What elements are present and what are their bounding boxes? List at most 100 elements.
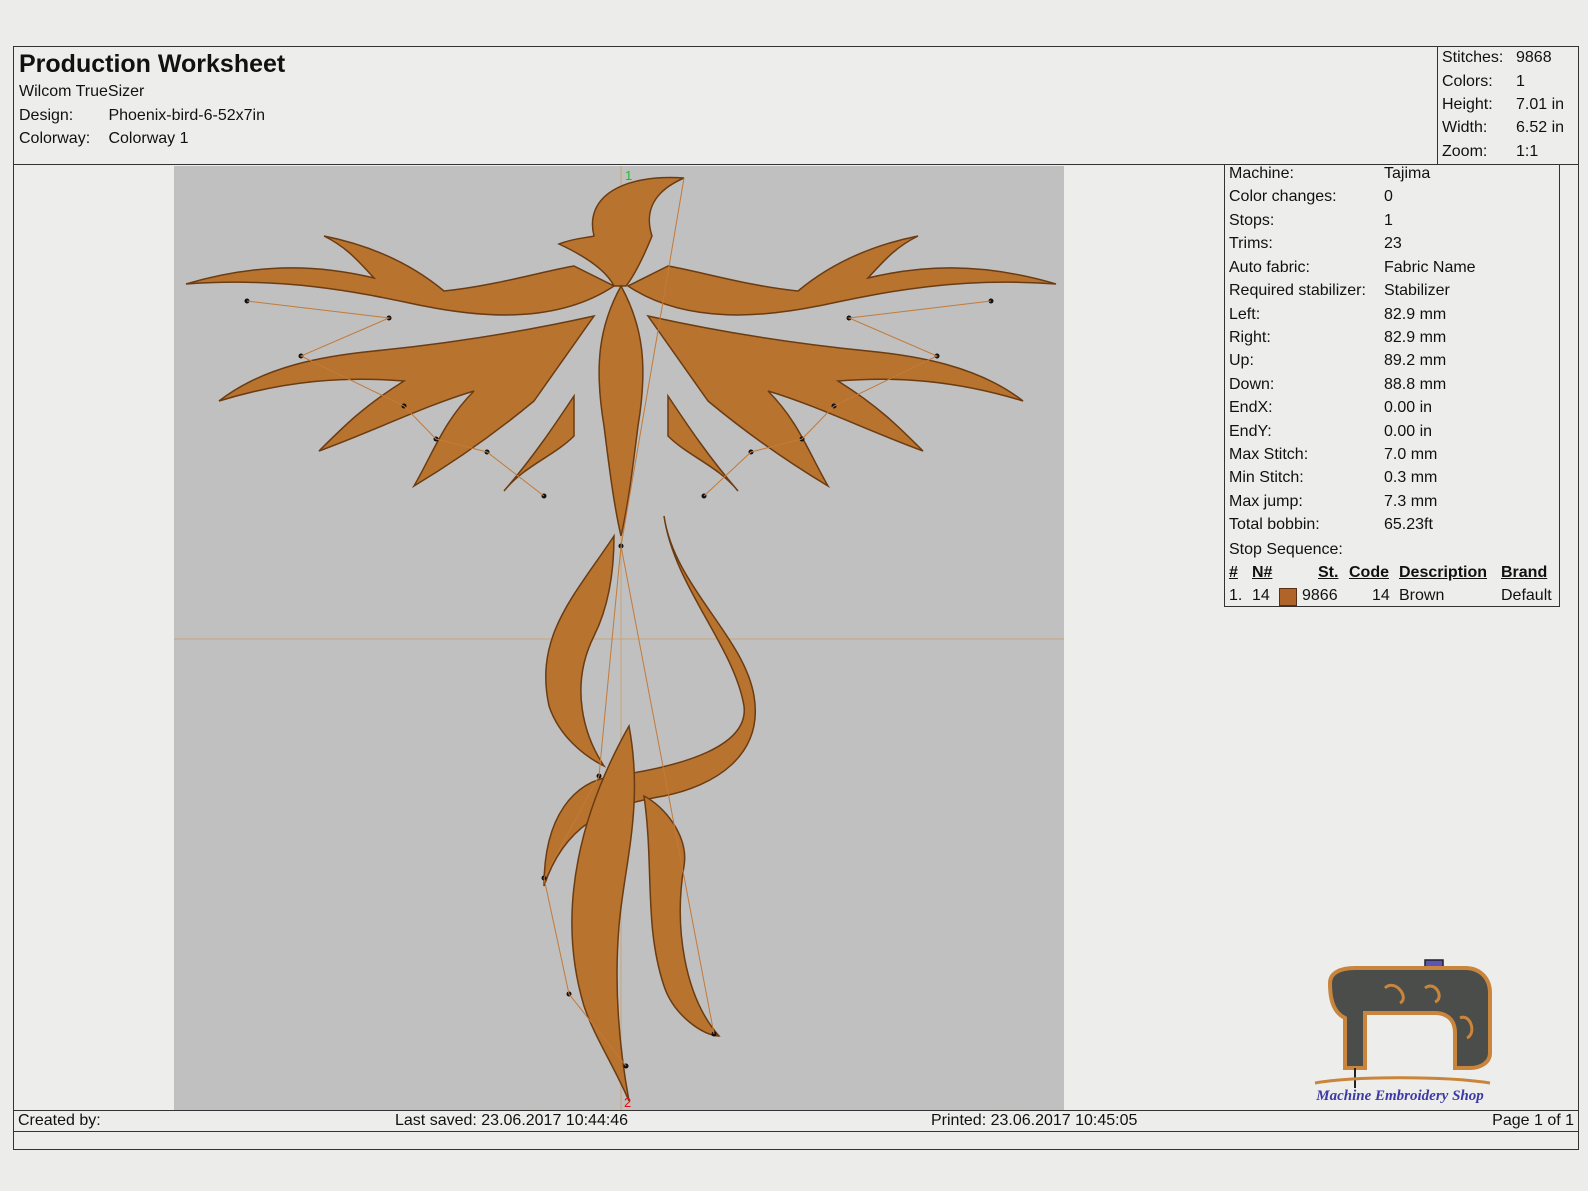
software-name: Wilcom TrueSizer [19,83,145,100]
page-title: Production Worksheet [19,50,286,78]
stat-value: 82.9 mm [1384,306,1447,323]
stat-label: Left: [1229,306,1261,323]
created-by: Created by: [18,1112,101,1129]
seq-cell-stitches: 9866 [1302,587,1338,604]
seq-header-code: Code [1349,564,1389,581]
design-summary: Stitches: 9868 Colors: 1 Height: 7.01 in Wi… [1437,47,1570,164]
design-preview-canvas[interactable]: 1 2 [174,166,1064,1110]
stat-row: Left: 82.9 mm [1229,306,1446,328]
stat-label: EndX: [1229,399,1273,416]
stat-row: Max jump: 7.3 mm [1229,493,1437,515]
summary-row-stitches: Stitches: 9868 [1442,49,1552,67]
summary-label: Colors: [1442,73,1493,90]
seq-cell-num: 1. [1229,587,1243,604]
stat-label: EndY: [1229,423,1272,440]
stat-row: Total bobbin: 65.23ft [1229,516,1433,538]
stat-row: Up: 89.2 mm [1229,352,1446,374]
seq-header-stitches: St. [1318,564,1339,581]
stat-label: Up: [1229,352,1254,369]
stat-value: 82.9 mm [1384,329,1447,346]
design-value: Phoenix-bird-6-52x7in [108,107,265,124]
summary-label: Stitches: [1442,49,1504,66]
worksheet-footer: Created by: Last saved: 23.06.2017 10:44… [14,1110,1578,1132]
design-label: Design: [19,107,74,124]
stat-row: Trims: 23 [1229,235,1402,257]
summary-row-colors: Colors: 1 [1442,73,1525,91]
stat-label: Total bobbin: [1229,516,1320,533]
stat-row: Required stabilizer: Stabilizer [1229,282,1450,304]
stat-label: Color changes: [1229,188,1337,205]
colorway-row: Colorway: Colorway 1 [19,130,188,148]
stat-value: Tajima [1384,165,1431,182]
seq-cell-brand: Default [1501,587,1552,604]
seq-header-brand: Brand [1501,564,1548,581]
start-marker: 1 [625,168,632,183]
stat-value: 89.2 mm [1384,352,1447,369]
summary-label: Zoom: [1442,143,1488,160]
summary-label: Width: [1442,119,1488,136]
stop-sequence-label: Stop Sequence: [1229,541,1343,558]
stat-value: Fabric Name [1384,259,1476,276]
stat-row: Right: 82.9 mm [1229,329,1446,351]
seq-cell-code: 14 [1372,587,1390,604]
last-saved: Last saved: 23.06.2017 10:44:46 [395,1112,629,1129]
stat-value: 0.00 in [1384,399,1433,416]
summary-value: 6.52 in [1516,119,1565,136]
stat-label: Down: [1229,376,1275,393]
seq-header-needle: N# [1252,564,1273,581]
summary-row-width: Width: 6.52 in [1442,119,1564,137]
stat-label: Max jump: [1229,493,1303,510]
stat-label: Stops: [1229,212,1275,229]
stat-row: Machine: Tajima [1229,165,1430,187]
stat-row: Down: 88.8 mm [1229,376,1446,398]
stat-row: Stops: 1 [1229,212,1393,234]
phoenix-design-image: 1 2 [174,166,1064,1110]
stat-row: Auto fabric: Fabric Name [1229,259,1476,281]
machine-stats-panel: Machine: Tajima Color changes: 0 Stops: 1 T… [1224,165,1560,607]
seq-header-num: # [1229,564,1238,581]
worksheet-header: Production Worksheet Wilcom TrueSizer De… [14,47,1578,165]
stat-value: 23 [1384,235,1402,252]
summary-label: Height: [1442,96,1493,113]
colorway-value: Colorway 1 [108,130,189,147]
page-number: Page 1 of 1 [1492,1112,1574,1129]
stat-label: Right: [1229,329,1271,346]
summary-value: 7.01 in [1516,96,1565,113]
summary-value: 1 [1516,73,1525,90]
colorway-label: Colorway: [19,130,91,147]
stat-value: 0 [1384,188,1393,205]
printed-date: Printed: 23.06.2017 10:45:05 [931,1112,1138,1129]
stat-value: 0.3 mm [1384,469,1438,486]
stat-label: Required stabilizer: [1229,282,1366,299]
stat-value: Stabilizer [1384,282,1450,299]
stat-row: Max Stitch: 7.0 mm [1229,446,1437,468]
shop-logo: Machine Embroidery Shop [1295,958,1505,1108]
stat-row: EndY: 0.00 in [1229,423,1432,445]
stat-label: Machine: [1229,165,1294,182]
stat-label: Min Stitch: [1229,469,1304,486]
stat-value: 7.3 mm [1384,493,1438,510]
stat-value: 88.8 mm [1384,376,1447,393]
stat-value: 1 [1384,212,1393,229]
stat-row: Color changes: 0 [1229,188,1393,210]
logo-text: Machine Embroidery Shop [1315,1088,1484,1104]
seq-cell-description: Brown [1399,587,1445,604]
seq-header-description: Description [1399,564,1488,581]
stat-row: EndX: 0.00 in [1229,399,1432,421]
end-marker: 2 [624,1095,631,1110]
stat-row: Min Stitch: 0.3 mm [1229,469,1437,491]
seq-cell-needle: 14 [1252,587,1270,604]
summary-value: 1:1 [1516,143,1539,160]
stat-value: 0.00 in [1384,423,1433,440]
stat-value: 65.23ft [1384,516,1433,533]
stat-value: 7.0 mm [1384,446,1438,463]
summary-row-zoom: Zoom: 1:1 [1442,143,1538,161]
thread-color-swatch [1279,588,1297,606]
sewing-machine-icon: Machine Embroidery Shop [1314,959,1492,1104]
stat-label: Max Stitch: [1229,446,1309,463]
stat-label: Trims: [1229,235,1273,252]
summary-row-height: Height: 7.01 in [1442,96,1564,114]
design-row: Design: Phoenix-bird-6-52x7in [19,107,265,125]
summary-value: 9868 [1516,49,1552,66]
stat-label: Auto fabric: [1229,259,1310,276]
